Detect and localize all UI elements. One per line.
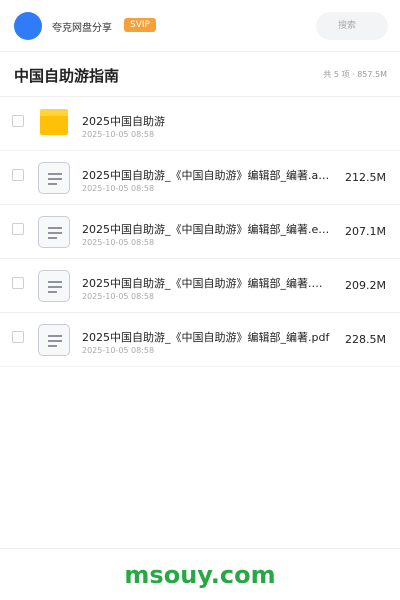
- file-size: 209.2M: [345, 279, 386, 292]
- list-item[interactable]: 2025中国自助游_《中国自助游》编辑部_编著.mobi 2025-10-05 …: [0, 259, 400, 313]
- document-icon: [38, 324, 70, 356]
- file-date: 2025-10-05 08:58: [82, 184, 155, 193]
- select-checkbox[interactable]: [12, 169, 24, 181]
- file-name: 2025中国自助游: [82, 115, 165, 128]
- folder-summary: 共 5 项 · 857.5M: [323, 70, 387, 79]
- file-list: 2025中国自助游 2025-10-05 08:58 2025中国自助游_《中国…: [0, 97, 400, 367]
- select-checkbox[interactable]: [12, 277, 24, 289]
- file-date: 2025-10-05 08:58: [82, 238, 155, 247]
- file-name: 2025中国自助游_《中国自助游》编辑部_编著.mobi: [82, 277, 332, 290]
- folder-title-bar: 中国自助游指南 共 5 项 · 857.5M: [0, 52, 400, 97]
- select-checkbox[interactable]: [12, 331, 24, 343]
- file-size: 207.1M: [345, 225, 386, 238]
- page-title: 中国自助游指南: [14, 67, 120, 85]
- document-icon: [38, 216, 70, 248]
- file-name: 2025中国自助游_《中国自助游》编辑部_编著.pdf: [82, 331, 330, 344]
- site-watermark: msouy.com: [124, 561, 276, 589]
- avatar[interactable]: [14, 12, 42, 40]
- svip-badge: SVIP: [124, 18, 156, 32]
- list-item[interactable]: 2025中国自助游_《中国自助游》编辑部_编著.pdf 2025-10-05 0…: [0, 313, 400, 367]
- file-date: 2025-10-05 08:58: [82, 346, 155, 355]
- document-icon: [38, 162, 70, 194]
- file-date: 2025-10-05 08:58: [82, 292, 155, 301]
- folder-icon: [40, 109, 68, 135]
- page: 夸克网盘分享 SVIP 中国自助游指南 共 5 项 · 857.5M 2025中…: [0, 0, 400, 600]
- list-item[interactable]: 2025中国自助游_《中国自助游》编辑部_编著.azw3 2025-10-05 …: [0, 151, 400, 205]
- file-size: 228.5M: [345, 333, 386, 346]
- search-input[interactable]: [316, 12, 388, 40]
- document-icon: [38, 270, 70, 302]
- list-item[interactable]: 2025中国自助游_《中国自助游》编辑部_编著.epub 2025-10-05 …: [0, 205, 400, 259]
- file-name: 2025中国自助游_《中国自助游》编辑部_编著.azw3: [82, 169, 332, 182]
- footer: msouy.com: [0, 548, 400, 600]
- file-name: 2025中国自助游_《中国自助游》编辑部_编著.epub: [82, 223, 332, 236]
- select-checkbox[interactable]: [12, 115, 24, 127]
- file-size: 212.5M: [345, 171, 386, 184]
- select-checkbox[interactable]: [12, 223, 24, 235]
- file-date: 2025-10-05 08:58: [82, 130, 155, 139]
- username: 夸克网盘分享: [52, 23, 112, 34]
- header: 夸克网盘分享 SVIP: [0, 0, 400, 52]
- list-item[interactable]: 2025中国自助游 2025-10-05 08:58: [0, 97, 400, 151]
